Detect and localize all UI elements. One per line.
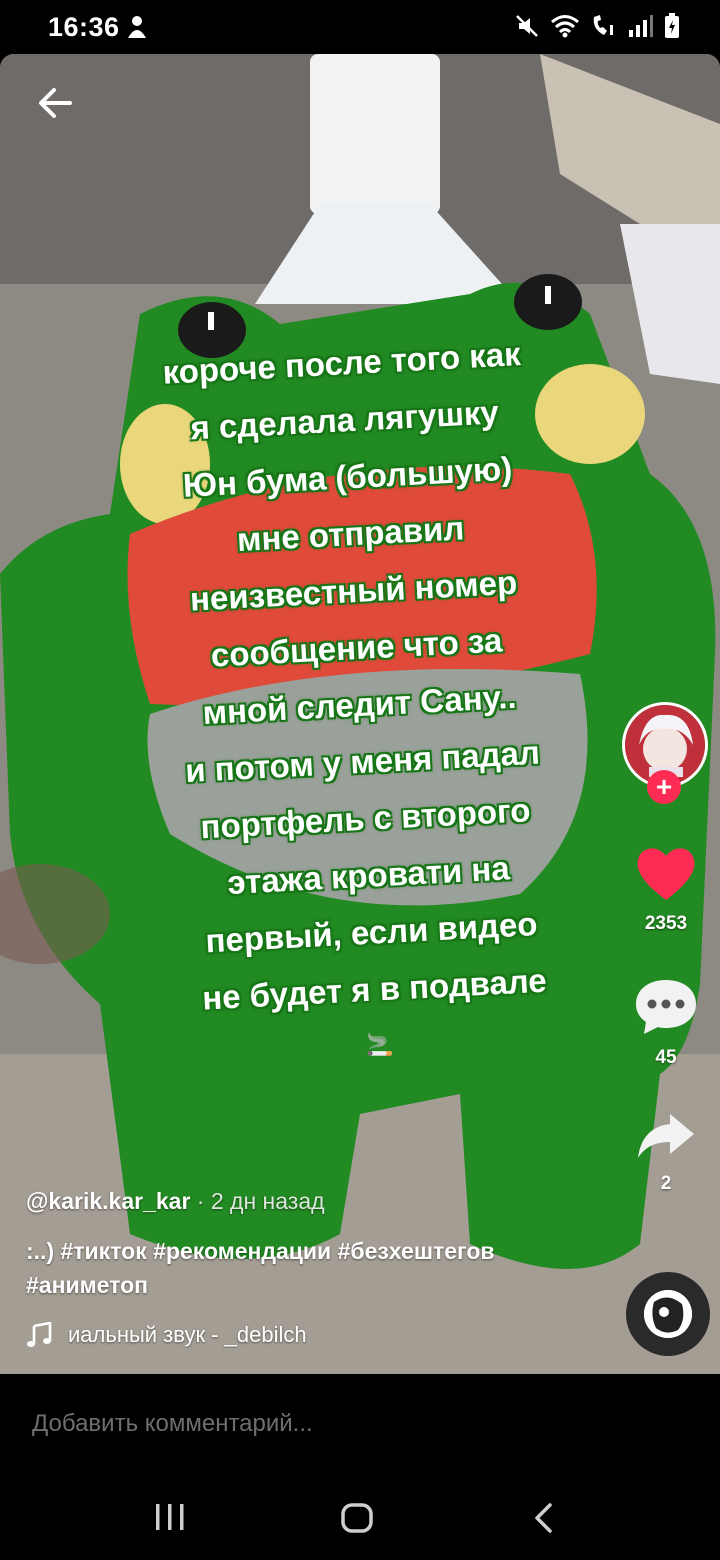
follow-plus-button[interactable]: +: [647, 770, 681, 804]
home-icon: [341, 1503, 373, 1533]
author-username[interactable]: @karik.kar_kar: [26, 1188, 190, 1214]
notification-person-icon: [126, 14, 148, 45]
separator: ·: [196, 1188, 205, 1214]
back-arrow-button[interactable]: [30, 78, 80, 128]
like-count: 2353: [644, 913, 688, 934]
comment-count: 45: [655, 1047, 677, 1068]
video-caption: короче после того как я сделала лягушку …: [90, 321, 625, 1030]
post-time: 2 дн назад: [210, 1188, 325, 1214]
comment-bubble-icon: [636, 980, 696, 1034]
comment-input[interactable]: [32, 1410, 632, 1438]
volte-call-icon: [590, 13, 618, 44]
share-arrow-icon: [638, 1114, 694, 1158]
share-button[interactable]: 2: [630, 1110, 702, 1195]
comment-button[interactable]: 45: [630, 976, 702, 1069]
nav-back-button[interactable]: [532, 1502, 556, 1539]
video-player[interactable]: короче после того как я сделала лягушку …: [0, 54, 720, 1374]
status-icons: [514, 13, 680, 44]
creator-avatar[interactable]: +: [622, 702, 708, 804]
wifi-icon: [550, 14, 580, 43]
back-icon: [535, 1503, 552, 1533]
share-count: 2: [660, 1173, 672, 1194]
like-button[interactable]: 2353: [630, 844, 702, 935]
post-description[interactable]: :..) #тикток #рекомендации #безхештегов …: [26, 1234, 586, 1302]
comment-bar: [0, 1374, 720, 1474]
recent-apps-icon: [156, 1504, 184, 1530]
back-arrow-icon: [39, 88, 72, 118]
music-info[interactable]: иальный звук - _debilch: [26, 1322, 338, 1348]
status-time: 16:36: [48, 12, 120, 42]
music-note-icon: [27, 1322, 52, 1347]
status-bar: 16:36: [0, 0, 720, 54]
mute-icon: [514, 13, 540, 44]
music-disc-button[interactable]: [626, 1272, 710, 1356]
recent-apps-button[interactable]: [154, 1502, 186, 1537]
music-title: иальный звук - _debilch: [68, 1322, 307, 1347]
disc-avatar: [644, 1290, 692, 1338]
battery-icon: [664, 13, 680, 44]
cigarette-emoji: 🚬: [366, 1032, 394, 1057]
signal-icon: [628, 14, 654, 43]
home-button[interactable]: [340, 1502, 374, 1539]
author-line: @karik.kar_kar · 2 дн назад: [26, 1188, 325, 1215]
heart-icon: [637, 848, 695, 900]
system-nav-bar: [0, 1474, 720, 1560]
